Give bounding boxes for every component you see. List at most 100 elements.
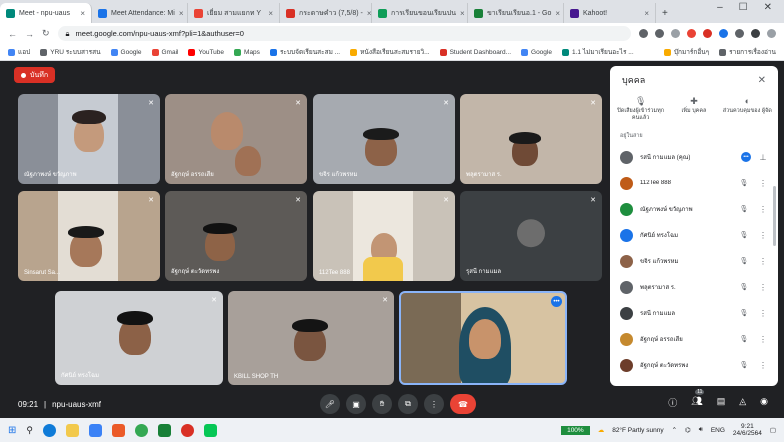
search-icon[interactable]: ⚲ [26,425,33,436]
bookmark-attendance[interactable]: 1.1 ไม่มาเรียนอะไร ... [561,47,634,57]
people-list-item[interactable]: 112Tee 888 🎙︎ ⋮ [610,170,778,196]
more-options-button[interactable]: ⋮ [424,394,444,414]
close-icon[interactable]: × [644,9,649,18]
active-speaker-tile[interactable]: ••• [399,291,567,385]
puzzle-icon[interactable] [735,29,744,38]
mic-button[interactable]: 🎤︎ [320,394,340,414]
add-people-button[interactable]: ✚ เพิ่ม บุคคล [668,97,720,122]
volume-icon[interactable]: 🔊︎ [699,426,703,434]
host-controls-button[interactable]: ◐ ส่วนควบคุมของ ผู้จัด [721,97,773,122]
ext-pink-icon[interactable] [703,29,712,38]
tab-sheets[interactable]: ขาเรียนเรียนอ.1 - Go × [468,3,564,23]
close-icon[interactable]: × [367,9,371,18]
sheets-icon[interactable] [157,423,171,437]
ext-red-icon[interactable] [687,29,696,38]
participant-tile[interactable]: ✕ อัฐกฤษ์ อรรถเสีย [165,94,307,184]
people-button[interactable]: 👥︎ 11 [691,389,705,409]
camera-button[interactable]: ▣ [346,394,366,414]
participant-tile[interactable]: ✕ ณัฐภาพงษ์ ขวัญภาพ [18,94,160,184]
reload-icon[interactable]: ↻ [42,28,50,39]
close-icon[interactable]: × [460,9,465,18]
star-icon[interactable] [671,29,680,38]
ext-blue-icon[interactable] [719,29,728,38]
notification-icon[interactable]: ▢ [770,426,776,434]
participant-tile[interactable]: ✕ พลุตรามาส ร. [460,94,602,184]
participant-tile[interactable]: ✕ รุสนี กามแมล [460,191,602,281]
file-explorer-icon[interactable] [65,423,79,437]
bookmark-google[interactable]: Google [110,48,142,56]
bookmark-youtube[interactable]: YouTube [188,48,224,56]
new-tab-button[interactable]: + [656,3,674,23]
chat-icon[interactable]: ▤ [717,396,726,409]
people-list-item[interactable]: อัฐกฤษ์ ตะวัดทรพง 🎙︎ ⋮ [610,352,778,378]
present-button[interactable]: ⧉ [398,394,418,414]
close-icon[interactable]: × [179,9,184,18]
tab-meet[interactable]: Meet - npu-uaus × [0,3,92,23]
language-indicator[interactable]: ENG [711,427,725,434]
participant-tile[interactable]: ✕ อัฐกฤษ์ ตะวัดทรพง [165,191,307,281]
tab-kahoot[interactable]: Kahoot! × [564,3,656,23]
bookmark-apps[interactable]: แอป [8,47,30,57]
leave-call-button[interactable]: ☎︎ [450,394,476,414]
bookmark-maps[interactable]: Maps [234,48,260,56]
record-app-icon[interactable] [180,423,194,437]
bookmark-other[interactable]: บุ๊กมาร์กอื่นๆ [663,47,709,57]
back-icon[interactable]: ← [8,29,17,39]
clock[interactable]: 9:21 24/6/2564 [733,423,762,437]
host-controls-icon[interactable]: ◉ [760,396,768,409]
more-vert-icon[interactable]: ⋮ [758,309,768,318]
bookmark-book[interactable]: หนังสือเรียนสะสมรายวิ... [350,47,430,57]
meeting-details-icon[interactable]: ⓘ [668,396,677,409]
participant-tile[interactable]: ✕ Sinsarut Sa... [18,191,160,281]
profile-avatar[interactable] [751,29,760,38]
close-icon[interactable]: × [268,9,273,18]
tab-drive[interactable]: การเรียนขอนเรียนปน × [372,3,468,23]
windows-start-icon[interactable]: ⊞ [8,425,16,436]
minimize-icon[interactable]: – [717,2,723,13]
camera-ext-icon[interactable] [639,29,648,38]
weather-text[interactable]: 82°F Partly sunny [612,427,663,434]
zoom-ext-icon[interactable] [655,29,664,38]
tab-gmail[interactable]: กระดาษคำว (7,5/8) - × [280,3,372,23]
tray-arrow-icon[interactable]: ⌃ [672,426,677,434]
participant-tile[interactable]: ✕ 112Tee 888 [313,191,455,281]
more-options-icon[interactable]: ••• [551,296,562,307]
address-bar[interactable]: 🔒︎ meet.google.com/npu-uaus-xmf?pli=1&au… [57,26,631,41]
participant-tile[interactable]: ✕ ขจิร แก้วพรหม [313,94,455,184]
more-vert-icon[interactable]: ⋮ [758,205,768,214]
people-list-item[interactable]: ขจิร แก้วพรหม 🎙︎ ⋮ [610,248,778,274]
more-vert-icon[interactable]: ⋮ [758,231,768,240]
more-vert-icon[interactable]: ⋮ [758,179,768,188]
tab-youtube[interactable]: เยี่ยม สามแยกท Y × [188,3,280,23]
people-list-item[interactable]: ณัฐภาพงษ์ ขวัญภาพ 🎙︎ ⋮ [610,196,778,222]
people-list-item[interactable]: พลุตรามาส ร. 🎙︎ ⋮ [610,274,778,300]
raise-hand-button[interactable]: ✋︎ [372,394,392,414]
pin-icon[interactable]: ⊥ [758,153,768,162]
store-icon[interactable] [88,423,102,437]
bookmark-gmail[interactable]: Gmail [151,48,178,56]
people-list-item[interactable]: รสนี กามแมล (คุณ) ••• ⊥ [610,144,778,170]
line-icon[interactable] [203,423,217,437]
people-list-item[interactable]: กัศนิย์ ทรงโฉม 🎙︎ ⋮ [610,222,778,248]
bookmark-dashboard[interactable]: Student Dashboard... [439,48,511,56]
bookmark-yru[interactable]: YRU ระบบสารสน [40,47,101,57]
more-vert-icon[interactable]: ⋮ [758,335,768,344]
mute-all-button[interactable]: 🎙︎ ปิดเสียงผู้เข้าร่วมทุก คนแล้ว [615,97,667,122]
close-icon[interactable]: × [555,9,560,18]
forward-icon[interactable]: → [25,29,34,39]
people-list-item[interactable]: อัฐกฤษ์ อรรถเสีย 🎙︎ ⋮ [610,326,778,352]
network-icon[interactable]: ⌬ [685,426,691,434]
close-icon[interactable]: ✕ [758,75,766,86]
more-vert-icon[interactable]: ⋮ [758,257,768,266]
more-vert-icon[interactable]: ⋮ [758,283,768,292]
chrome-icon[interactable] [134,423,148,437]
menu-dots-icon[interactable] [767,29,776,38]
close-icon[interactable]: × [80,9,85,18]
scrollbar[interactable] [773,186,776,246]
participant-tile[interactable]: ✕ KBILL SHOP TH [228,291,394,385]
bookmark-system[interactable]: ระบบจัดเรียนสะสม ... [269,47,340,57]
activities-icon[interactable]: ◬ [739,396,746,409]
office-icon[interactable] [111,423,125,437]
participant-tile[interactable]: ✕ กัศนิย์ ทรงโฉม [55,291,223,385]
more-vert-icon[interactable]: ⋮ [758,361,768,370]
